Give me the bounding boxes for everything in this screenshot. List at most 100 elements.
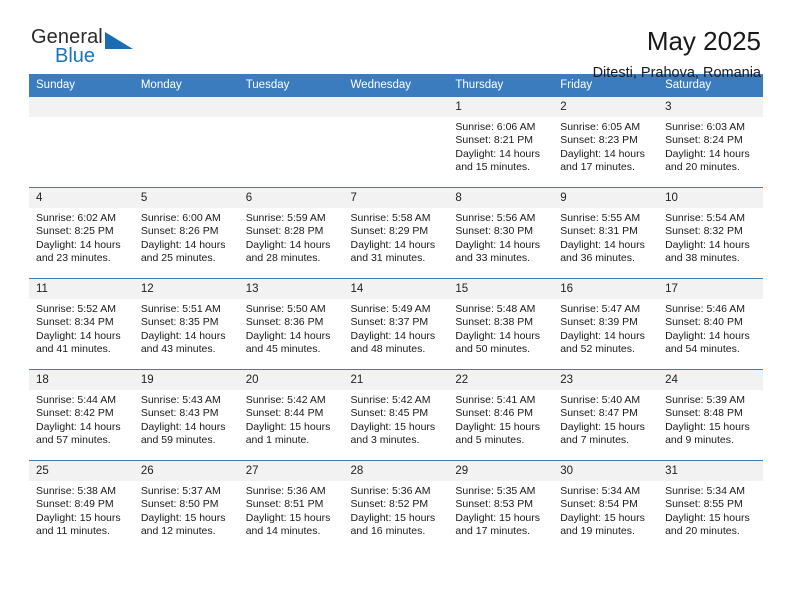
calendar-day-cell[interactable]: 26 Sunrise: 5:37 AM Sunset: 8:50 PM Dayli… (133, 460, 239, 551)
calendar-day-cell[interactable]: 24 Sunrise: 5:39 AM Sunset: 8:48 PM Dayli… (658, 369, 763, 461)
calendar-day-cell[interactable]: 12 Sunrise: 5:51 AM Sunset: 8:35 PM Dayli… (133, 278, 239, 370)
day-sun-info: Sunrise: 5:36 AM Sunset: 8:52 PM Dayligh… (350, 485, 436, 538)
day-sun-info: Sunrise: 5:58 AM Sunset: 8:29 PM Dayligh… (350, 212, 436, 265)
day-sun-info: Sunrise: 5:44 AM Sunset: 8:42 PM Dayligh… (36, 394, 121, 447)
day-sun-info: Sunrise: 5:38 AM Sunset: 8:49 PM Dayligh… (36, 485, 121, 538)
calendar-week-row: 18 Sunrise: 5:44 AM Sunset: 8:42 PM Dayli… (29, 369, 763, 461)
day-number: 19 (133, 370, 239, 390)
day-number: 31 (658, 461, 763, 481)
calendar-day-cell[interactable]: 18 Sunrise: 5:44 AM Sunset: 8:42 PM Dayli… (29, 369, 134, 461)
calendar-day-cell[interactable]: 31 Sunrise: 5:34 AM Sunset: 8:55 PM Dayli… (658, 460, 763, 551)
day-number: 8 (448, 188, 554, 208)
calendar-day-cell[interactable]: 17 Sunrise: 5:46 AM Sunset: 8:40 PM Dayli… (658, 278, 763, 370)
calendar-body: 1 Sunrise: 6:06 AM Sunset: 8:21 PM Daylig… (29, 97, 763, 551)
day-sun-info: Sunrise: 5:52 AM Sunset: 8:34 PM Dayligh… (36, 303, 121, 356)
day-number: 11 (29, 279, 134, 299)
calendar-day-cell[interactable]: 2 Sunrise: 6:05 AM Sunset: 8:23 PM Daylig… (553, 97, 659, 188)
day-number: 17 (658, 279, 763, 299)
calendar-day-cell[interactable]: 30 Sunrise: 5:34 AM Sunset: 8:54 PM Dayli… (553, 460, 659, 551)
day-number: 13 (238, 279, 344, 299)
day-number: 1 (448, 97, 554, 117)
calendar-day-cell[interactable]: 3 Sunrise: 6:03 AM Sunset: 8:24 PM Daylig… (658, 97, 763, 188)
calendar-day-cell[interactable]: 6 Sunrise: 5:59 AM Sunset: 8:28 PM Daylig… (238, 187, 344, 279)
calendar-day-cell[interactable]: 21 Sunrise: 5:42 AM Sunset: 8:45 PM Dayli… (343, 369, 449, 461)
day-sun-info: Sunrise: 5:43 AM Sunset: 8:43 PM Dayligh… (140, 394, 226, 447)
day-number (238, 97, 344, 117)
calendar-day-cell[interactable]: 10 Sunrise: 5:54 AM Sunset: 8:32 PM Dayli… (658, 187, 763, 279)
calendar-day-cell[interactable]: 16 Sunrise: 5:47 AM Sunset: 8:39 PM Dayli… (553, 278, 659, 370)
calendar-week-row: 11 Sunrise: 5:52 AM Sunset: 8:34 PM Dayli… (29, 278, 763, 370)
weekday-header-wednesday: Wednesday (343, 74, 449, 97)
page-title: May 2025 (646, 26, 761, 56)
day-number: 27 (238, 461, 344, 481)
day-sun-info: Sunrise: 5:55 AM Sunset: 8:31 PM Dayligh… (560, 212, 645, 265)
day-number (133, 97, 239, 117)
day-sun-info: Sunrise: 5:48 AM Sunset: 8:38 PM Dayligh… (455, 303, 541, 356)
calendar-day-cell[interactable]: 1 Sunrise: 6:06 AM Sunset: 8:21 PM Daylig… (448, 97, 554, 188)
calendar-day-cell[interactable]: 14 Sunrise: 5:49 AM Sunset: 8:37 PM Dayli… (343, 278, 449, 370)
calendar-day-cell[interactable]: 11 Sunrise: 5:52 AM Sunset: 8:34 PM Dayli… (29, 278, 134, 370)
day-sun-info: Sunrise: 5:37 AM Sunset: 8:50 PM Dayligh… (140, 485, 226, 538)
day-number: 5 (133, 188, 239, 208)
day-number: 26 (133, 461, 239, 481)
calendar-day-cell[interactable]: 22 Sunrise: 5:41 AM Sunset: 8:46 PM Dayli… (448, 369, 554, 461)
day-sun-info: Sunrise: 6:06 AM Sunset: 8:21 PM Dayligh… (455, 121, 541, 174)
day-number: 2 (553, 97, 659, 117)
calendar-day-cell[interactable]: 13 Sunrise: 5:50 AM Sunset: 8:36 PM Dayli… (238, 278, 344, 370)
day-sun-info: Sunrise: 5:34 AM Sunset: 8:55 PM Dayligh… (665, 485, 750, 538)
day-sun-info: Sunrise: 5:56 AM Sunset: 8:30 PM Dayligh… (455, 212, 541, 265)
day-number: 21 (343, 370, 449, 390)
title-block: May 2025 Ditesti, Prahova, Romania (593, 26, 763, 83)
calendar-day-cell[interactable]: 15 Sunrise: 5:48 AM Sunset: 8:38 PM Dayli… (448, 278, 554, 370)
calendar-day-cell[interactable]: 23 Sunrise: 5:40 AM Sunset: 8:47 PM Dayli… (553, 369, 659, 461)
calendar-page: General Blue May 2025 Ditesti, Prahova, … (0, 0, 792, 612)
calendar-day-cell[interactable]: 4 Sunrise: 6:02 AM Sunset: 8:25 PM Daylig… (29, 187, 134, 279)
day-sun-info: Sunrise: 6:02 AM Sunset: 8:25 PM Dayligh… (36, 212, 121, 265)
day-number: 12 (133, 279, 239, 299)
day-number: 23 (553, 370, 659, 390)
day-number: 29 (448, 461, 554, 481)
calendar-day-cell[interactable]: 25 Sunrise: 5:38 AM Sunset: 8:49 PM Dayli… (29, 460, 134, 551)
general-blue-logo: General Blue (31, 26, 143, 72)
calendar-week-row: 25 Sunrise: 5:38 AM Sunset: 8:49 PM Dayli… (29, 460, 763, 551)
calendar-day-cell[interactable]: 28 Sunrise: 5:36 AM Sunset: 8:52 PM Dayli… (343, 460, 449, 551)
day-sun-info: Sunrise: 5:42 AM Sunset: 8:44 PM Dayligh… (245, 394, 331, 447)
calendar-empty-cell (29, 97, 134, 188)
calendar-table: Sunday Monday Tuesday Wednesday Thursday… (29, 74, 763, 551)
day-number: 28 (343, 461, 449, 481)
calendar-week-row: 1 Sunrise: 6:06 AM Sunset: 8:21 PM Daylig… (29, 97, 763, 188)
calendar-day-cell[interactable]: 5 Sunrise: 6:00 AM Sunset: 8:26 PM Daylig… (133, 187, 239, 279)
day-number: 25 (29, 461, 134, 481)
day-sun-info: Sunrise: 5:36 AM Sunset: 8:51 PM Dayligh… (245, 485, 331, 538)
day-sun-info: Sunrise: 5:46 AM Sunset: 8:40 PM Dayligh… (665, 303, 750, 356)
weekday-header-monday: Monday (133, 74, 239, 97)
calendar-day-cell[interactable]: 8 Sunrise: 5:56 AM Sunset: 8:30 PM Daylig… (448, 187, 554, 279)
day-sun-info: Sunrise: 5:39 AM Sunset: 8:48 PM Dayligh… (665, 394, 750, 447)
day-number: 24 (658, 370, 763, 390)
day-sun-info: Sunrise: 6:00 AM Sunset: 8:26 PM Dayligh… (140, 212, 226, 265)
day-number (29, 97, 134, 117)
day-number: 7 (343, 188, 449, 208)
calendar-day-cell[interactable]: 19 Sunrise: 5:43 AM Sunset: 8:43 PM Dayli… (133, 369, 239, 461)
calendar-empty-cell (133, 97, 239, 188)
day-number: 10 (658, 188, 763, 208)
calendar-empty-cell (343, 97, 449, 188)
logo-text-blue: Blue (55, 45, 96, 67)
calendar-day-cell[interactable]: 29 Sunrise: 5:35 AM Sunset: 8:53 PM Dayli… (448, 460, 554, 551)
day-sun-info: Sunrise: 5:41 AM Sunset: 8:46 PM Dayligh… (455, 394, 541, 447)
day-number: 16 (553, 279, 659, 299)
day-number: 9 (553, 188, 659, 208)
day-sun-info: Sunrise: 5:51 AM Sunset: 8:35 PM Dayligh… (140, 303, 226, 356)
day-number: 18 (29, 370, 134, 390)
calendar-day-cell[interactable]: 7 Sunrise: 5:58 AM Sunset: 8:29 PM Daylig… (343, 187, 449, 279)
calendar-day-cell[interactable]: 20 Sunrise: 5:42 AM Sunset: 8:44 PM Dayli… (238, 369, 344, 461)
day-number: 15 (448, 279, 554, 299)
day-number: 20 (238, 370, 344, 390)
weekday-header-sunday: Sunday (29, 74, 134, 97)
day-sun-info: Sunrise: 5:34 AM Sunset: 8:54 PM Dayligh… (560, 485, 645, 538)
day-number (343, 97, 449, 117)
day-number: 3 (658, 97, 763, 117)
day-sun-info: Sunrise: 6:03 AM Sunset: 8:24 PM Dayligh… (665, 121, 750, 174)
calendar-day-cell[interactable]: 27 Sunrise: 5:36 AM Sunset: 8:51 PM Dayli… (238, 460, 344, 551)
calendar-day-cell[interactable]: 9 Sunrise: 5:55 AM Sunset: 8:31 PM Daylig… (553, 187, 659, 279)
